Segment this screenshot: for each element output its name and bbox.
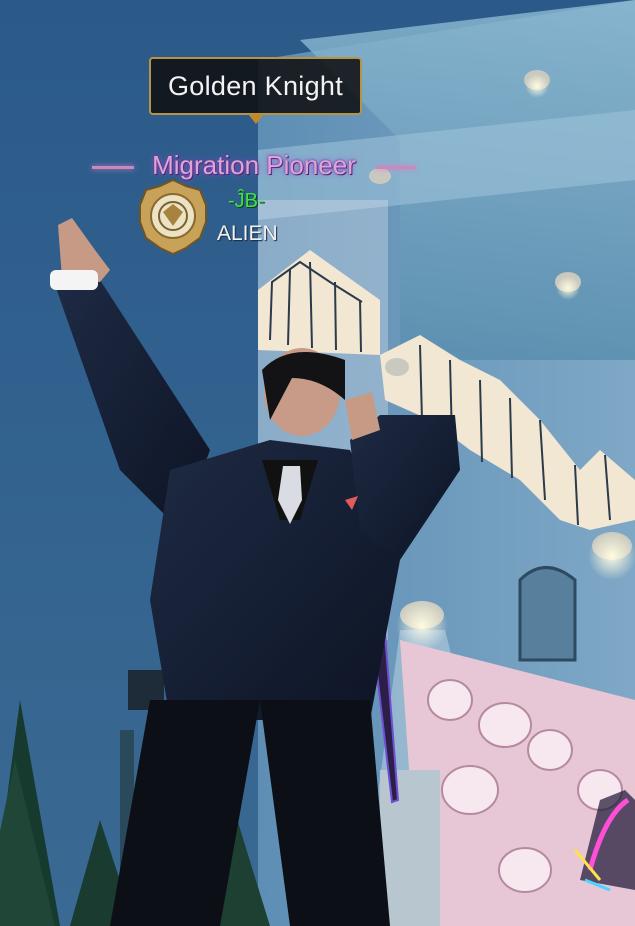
item-tooltip: Golden Knight — [149, 57, 362, 115]
title-text: Migration Pioneer — [152, 150, 356, 180]
player-title: Migration Pioneer — [88, 150, 420, 186]
guild-tag: -ĴB- — [228, 190, 265, 212]
tooltip-pointer-icon — [248, 114, 264, 124]
tooltip-text: Golden Knight — [167, 70, 344, 101]
player-name[interactable]: ALIEN — [217, 222, 278, 246]
game-scene — [0, 0, 635, 926]
